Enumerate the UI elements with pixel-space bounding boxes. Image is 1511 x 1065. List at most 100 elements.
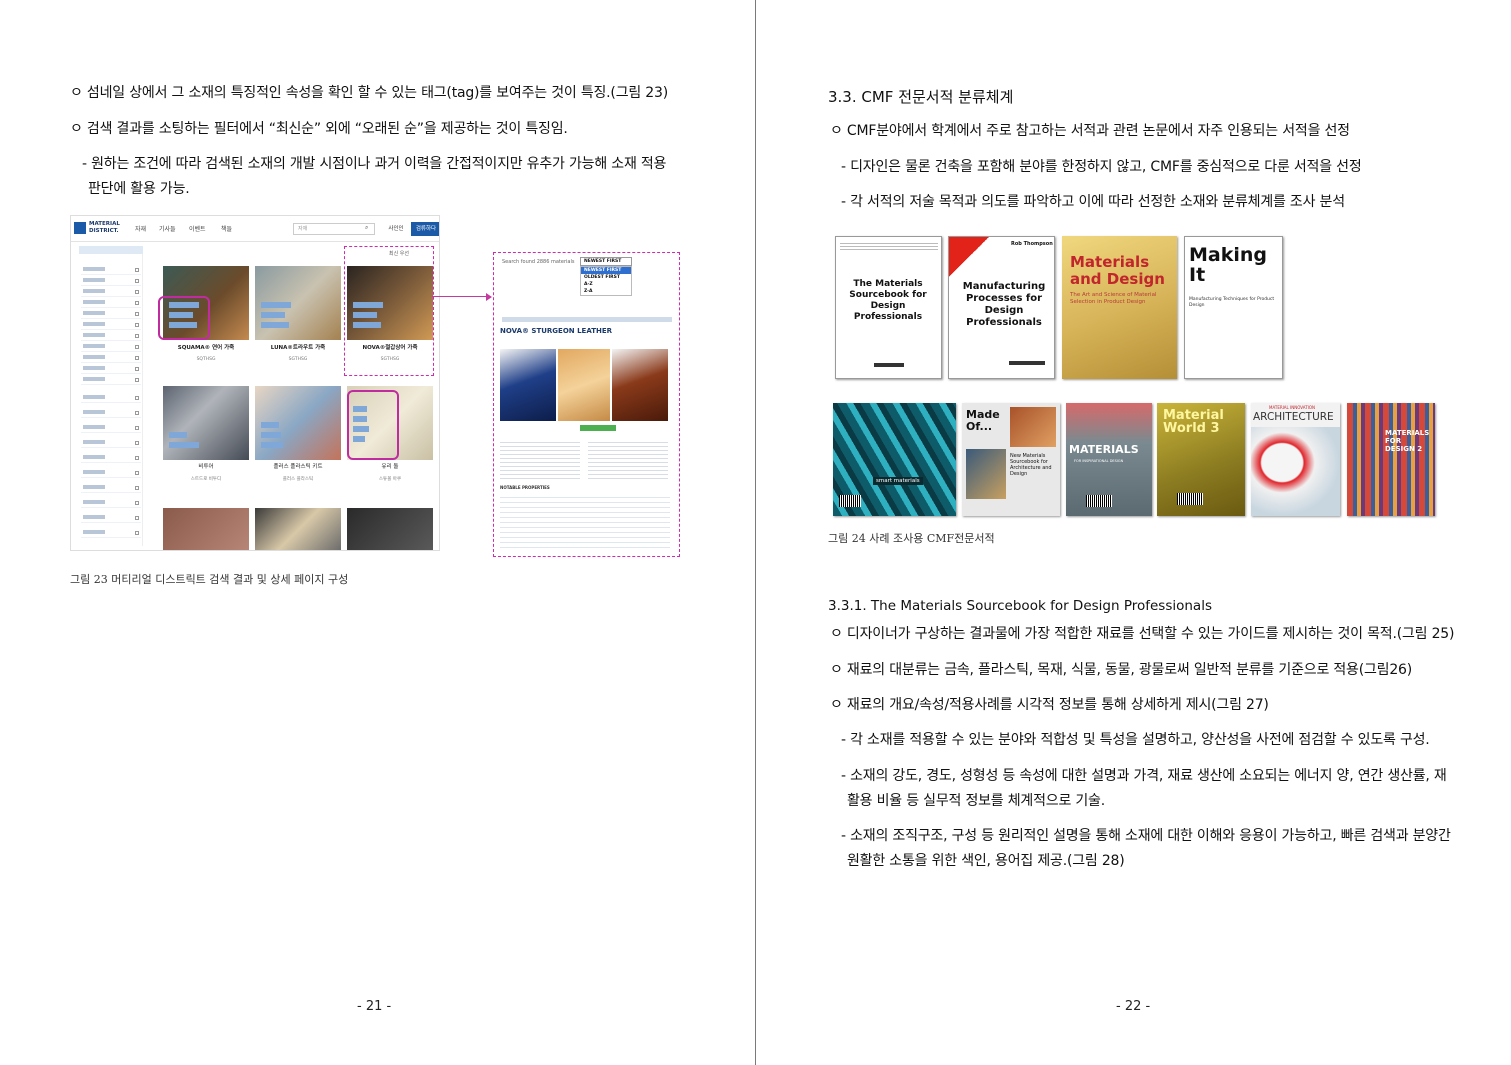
filter-option[interactable] — [81, 288, 141, 297]
bullet-sort-filter: ㅇ 검색 결과를 소팅하는 필터에서 “최신순” 외에 “오래된 순”을 제공하… — [70, 121, 568, 137]
cover-image — [1010, 407, 1056, 447]
search-submit-button[interactable]: 검류하다 — [411, 222, 439, 236]
page-gutter — [755, 0, 756, 1065]
thumb-row3-b[interactable] — [255, 508, 341, 550]
book-credits — [840, 241, 938, 251]
bullet-sub-glossary-cont: 원활한 소통을 위한 색인, 용어집 제공.(그림 28) — [847, 853, 1125, 869]
result-title[interactable]: SQUAMA® 연어 가죽 — [163, 343, 249, 351]
detail-tag-bar — [502, 317, 672, 322]
bullet-sub-properties-cont: 활용 비율 등 실무적 정보를 체계적으로 기술. — [847, 793, 1105, 809]
book-subtitle: MATERIAL INNOVATION — [1269, 405, 1315, 410]
book-manufacturing-processes: Rob Thompson Manufacturing Processes for… — [948, 236, 1055, 379]
page-number-21: - 21 - — [357, 999, 392, 1014]
book-smart-materials: smart materials — [833, 403, 956, 516]
filter-option[interactable] — [81, 439, 141, 448]
detail-image-brown — [612, 349, 668, 421]
properties-table — [500, 493, 670, 551]
sort-option-newest[interactable]: NEWEST FIRST — [581, 267, 631, 274]
filter-option[interactable] — [81, 332, 141, 341]
page-22: 3.3. CMF 전문서적 분류체계 ㅇ CMF분야에서 학계에서 주로 참고하… — [757, 0, 1511, 1065]
sort-option-az[interactable]: A-Z — [581, 281, 631, 288]
thumb-luna[interactable] — [255, 266, 341, 340]
bullet-sub-usage: - 원하는 조건에 따라 검색된 소재의 개발 시점이나 과거 이력을 간접적이… — [82, 156, 667, 172]
book-materials-for-design-2: MATERIALS FOR DESIGN 2 — [1347, 403, 1435, 516]
nav-materials[interactable]: 자재 — [135, 224, 146, 233]
bullet-purpose: ㅇ 디자이너가 구상하는 결과물에 가장 적합한 재료를 선택할 수 있는 가이… — [830, 626, 1455, 642]
book-title: smart materials — [873, 477, 923, 485]
filter-option[interactable] — [81, 454, 141, 463]
book-title: Materials and Design — [1070, 253, 1165, 288]
bullet-sub-properties: - 소재의 강도, 경도, 성형성 등 속성에 대한 설명과 가격, 재료 생산… — [841, 768, 1447, 784]
filter-option[interactable] — [81, 529, 141, 538]
publisher-logo-icon — [874, 363, 904, 367]
detail-image-skin — [558, 349, 610, 421]
sort-select[interactable]: NEWEST FIRST — [580, 257, 632, 266]
filter-option[interactable] — [81, 365, 141, 374]
figure-23-search-results: MATERIAL DISTRICT. 자재 기사들 이벤트 책들 자재 ⌕ 사인… — [70, 215, 440, 551]
filter-option[interactable] — [81, 266, 141, 275]
bullet-analysis: - 각 서적의 저술 목적과 의도를 파악하고 이에 따라 선정한 소재와 분류… — [841, 194, 1345, 210]
signin-button[interactable]: 사인인 — [383, 222, 409, 236]
filter-option[interactable] — [81, 484, 141, 493]
material-district-logo-icon — [74, 222, 86, 234]
book-subtitle: New Materials Sourcebook for Architectur… — [1010, 453, 1052, 477]
filter-header — [79, 246, 143, 254]
section-heading-3-3: 3.3. CMF 전문서적 분류체계 — [828, 88, 1014, 106]
thumb-bitour[interactable] — [163, 386, 249, 460]
bullet-sub-applications: - 각 소재를 적용할 수 있는 분야와 적합성 및 특성을 설명하고, 양산성… — [841, 732, 1430, 748]
nav-articles[interactable]: 기사들 — [159, 224, 176, 233]
filter-option[interactable] — [81, 514, 141, 523]
nav-books[interactable]: 책들 — [221, 224, 232, 233]
result-subtitle: 플러스 플라스틱 — [282, 477, 314, 482]
filter-option[interactable] — [81, 277, 141, 286]
nav-events[interactable]: 이벤트 — [189, 224, 206, 233]
book-title: MATERIALS — [1069, 443, 1139, 456]
filter-option[interactable] — [81, 424, 141, 433]
thumb-plastic-kit[interactable] — [255, 386, 341, 460]
thumb-row3-a[interactable] — [163, 508, 249, 550]
properties-title: NOTABLE PROPERTIES — [500, 485, 550, 490]
book-materials-sourcebook: The Materials Sourcebook for Design Prof… — [835, 236, 942, 379]
sort-option-za[interactable]: Z-A — [581, 288, 631, 295]
result-title[interactable]: LUNA®트라우트 가죽 — [255, 343, 341, 351]
arrow-head-icon — [486, 293, 492, 301]
filter-option[interactable] — [81, 321, 141, 330]
book-title: Material World 3 — [1163, 408, 1224, 436]
filter-option[interactable] — [81, 469, 141, 478]
book-subtitle: FOR INSPIRATIONAL DESIGN — [1074, 459, 1124, 463]
barcode-icon — [1086, 495, 1112, 507]
tag-highlight — [158, 296, 210, 340]
bullet-scope: - 디자인은 물론 건축을 포함해 분야를 한정하지 않고, CMF를 중심적으… — [841, 159, 1362, 175]
detail-description-2 — [588, 439, 668, 479]
book-title: Made Of... — [966, 408, 1000, 433]
filter-option[interactable] — [81, 394, 141, 403]
book-title: Manufacturing Processes for Design Profe… — [962, 281, 1046, 328]
result-title[interactable]: 플러스 플라스틱 키트 — [255, 462, 341, 470]
filter-option[interactable] — [81, 299, 141, 308]
sort-option-oldest[interactable]: OLDEST FIRST — [581, 274, 631, 281]
cover-image — [1251, 427, 1340, 516]
bullet-cmf-selection: ㅇ CMF분야에서 학계에서 주로 참고하는 서적과 관련 논문에서 자주 인용… — [830, 123, 1350, 139]
book-materials-and-design: Materials and Design The Art and Science… — [1062, 236, 1177, 379]
subsection-heading-3-3-1: 3.3.1. The Materials Sourcebook for Desi… — [828, 598, 1212, 614]
result-title[interactable]: 유리 돌 — [347, 462, 433, 470]
site-logo-text: MATERIAL DISTRICT. — [89, 221, 120, 234]
filter-option[interactable] — [81, 376, 141, 385]
filter-option[interactable] — [81, 310, 141, 319]
filter-option[interactable] — [81, 354, 141, 363]
filter-option[interactable] — [81, 343, 141, 352]
figure-23-caption: 그림 23 머티리얼 디스트릭트 검색 결과 및 상세 페이지 구성 — [70, 573, 349, 586]
sort-options-list: NEWEST FIRST OLDEST FIRST A-Z Z-A — [580, 266, 632, 296]
site-search-input[interactable]: 자재 — [293, 223, 375, 235]
book-making-it: Making It Manufacturing Techniques for P… — [1184, 236, 1283, 379]
bullet-sub-glossary: - 소재의 조직구조, 구성 등 원리적인 설명을 통해 소재에 대한 이해와 … — [841, 828, 1451, 844]
result-subtitle: 스트드로 비투디 — [190, 477, 222, 482]
search-icon[interactable]: ⌕ — [365, 224, 368, 232]
book-author: Rob Thompson — [1011, 241, 1053, 247]
result-title[interactable]: 비투어 — [163, 462, 249, 470]
request-button[interactable] — [580, 425, 616, 431]
thumb-row3-c[interactable] — [347, 508, 433, 550]
filter-option[interactable] — [81, 499, 141, 508]
search-found-text: Search found 2886 materials — [502, 259, 575, 265]
filter-option[interactable] — [81, 409, 141, 418]
